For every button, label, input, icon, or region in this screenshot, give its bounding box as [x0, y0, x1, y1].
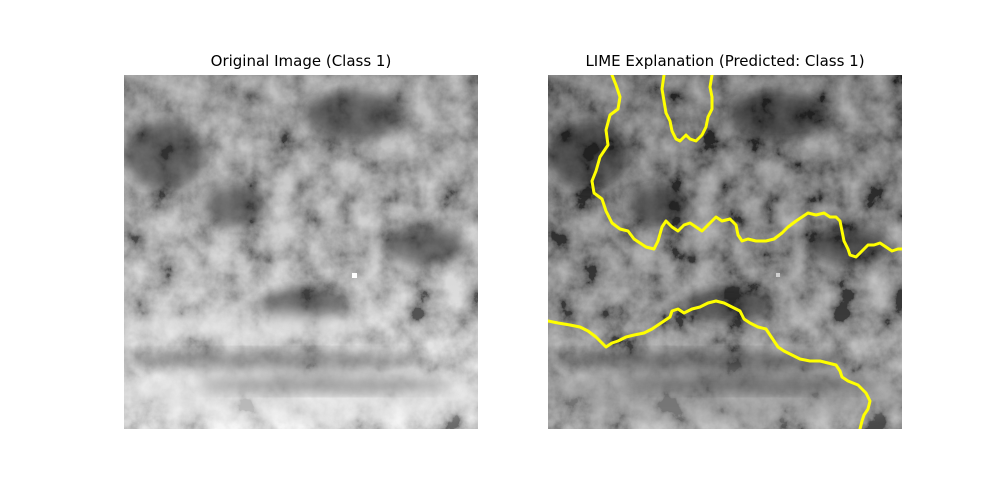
- lime-explanation-image: [548, 75, 902, 429]
- lime-explanation-title: LIME Explanation (Predicted: Class 1): [585, 52, 865, 70]
- bright-speck: [352, 273, 357, 278]
- original-image-title: Original Image (Class 1): [210, 52, 392, 70]
- lime-explanation-canvas: [548, 75, 902, 429]
- original-image: [124, 75, 478, 429]
- bright-speck: [776, 273, 780, 277]
- original-image-canvas: [124, 75, 478, 429]
